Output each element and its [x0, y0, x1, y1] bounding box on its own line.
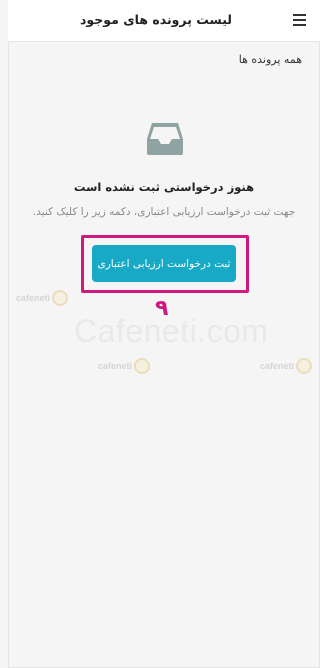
section-label: همه پرونده ها: [238, 53, 302, 66]
page-title: لیست پرونده های موجود: [80, 12, 232, 27]
watermark-logo: cafeneti: [260, 358, 313, 374]
app-header: لیست پرونده های موجود: [8, 0, 320, 42]
empty-state-description: جهت ثبت درخواست ارزیابی اعتباری، دکمه زی…: [32, 206, 296, 218]
empty-state-title: هنوز درخواستی ثبت نشده است: [73, 180, 255, 194]
watermark-text: Cafeneti.com: [74, 313, 269, 349]
watermark-logo: cafeneti: [16, 290, 69, 306]
annotation-step-number: ۹: [155, 296, 169, 321]
submit-credit-request-button[interactable]: ثبت درخواست ارزیابی اعتباری: [92, 245, 236, 282]
watermark-logo: cafeneti: [98, 358, 151, 374]
hamburger-menu-icon[interactable]: [292, 13, 308, 27]
inbox-tray-icon: [147, 123, 183, 155]
